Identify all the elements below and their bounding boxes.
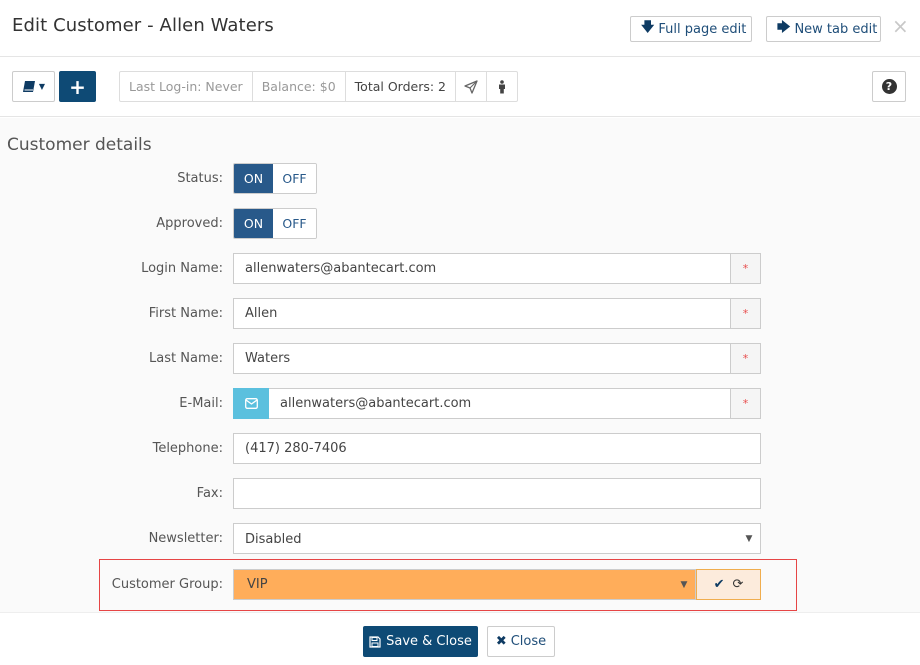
telephone-value[interactable]: (417) 280-7406 xyxy=(234,441,760,456)
changed-field-highlight xyxy=(99,559,797,611)
paper-plane-icon xyxy=(464,79,478,94)
login-name-input[interactable]: allenwaters@abantecart.com * xyxy=(233,253,761,284)
required-icon: * xyxy=(730,389,760,418)
newsletter-row: Newsletter: Disabled ▼ xyxy=(0,523,920,554)
close-button[interactable]: ✖ Close xyxy=(487,626,555,657)
telephone-row: Telephone: (417) 280-7406 xyxy=(0,433,920,464)
status-off[interactable]: OFF xyxy=(273,164,316,193)
status-row: Status: ON OFF xyxy=(0,163,920,194)
status-toggle[interactable]: ON OFF xyxy=(233,163,317,194)
first-name-value[interactable]: Allen xyxy=(234,306,730,321)
customer-details-form: Customer details Status: ON OFF Approved… xyxy=(0,118,920,612)
last-name-input[interactable]: Waters * xyxy=(233,343,761,374)
newsletter-label: Newsletter: xyxy=(148,531,223,546)
login-name-value[interactable]: allenwaters@abantecart.com xyxy=(234,261,730,276)
actions-dropdown-button[interactable]: ▼ xyxy=(12,71,55,102)
approved-off[interactable]: OFF xyxy=(273,209,316,238)
page-title: Edit Customer - Allen Waters xyxy=(12,15,274,36)
login-name-row: Login Name: allenwaters@abantecart.com * xyxy=(0,253,920,284)
approved-label: Approved: xyxy=(156,216,223,231)
telephone-label: Telephone: xyxy=(152,441,223,456)
new-tab-edit-label: New tab edit xyxy=(794,21,878,37)
modal-header: Edit Customer - Allen Waters 🡇 Full page… xyxy=(0,0,920,57)
arrow-down-icon: 🡇 xyxy=(641,20,655,35)
fax-row: Fax: xyxy=(0,478,920,509)
customer-stats: Last Log-in: Never Balance: $0 Total Ord… xyxy=(119,71,518,102)
telephone-input[interactable]: (417) 280-7406 xyxy=(233,433,761,464)
question-circle-icon: ? xyxy=(881,79,897,94)
required-icon: * xyxy=(730,254,760,283)
caret-down-icon: ▼ xyxy=(38,82,46,91)
first-name-input[interactable]: Allen * xyxy=(233,298,761,329)
book-icon xyxy=(22,81,35,92)
caret-down-icon: ▼ xyxy=(745,533,753,544)
email-value[interactable]: allenwaters@abantecart.com xyxy=(269,396,730,411)
arrow-right-icon: 🡆 xyxy=(777,20,791,35)
close-icon[interactable]: × xyxy=(892,14,909,38)
first-name-label: First Name: xyxy=(148,306,223,321)
save-close-button[interactable]: Save & Close xyxy=(363,626,478,657)
male-user-icon xyxy=(499,79,505,93)
last-name-value[interactable]: Waters xyxy=(234,351,730,366)
login-name-label: Login Name: xyxy=(141,261,223,276)
save-close-label: Save & Close xyxy=(386,634,472,649)
floppy-disk-icon xyxy=(369,635,381,648)
status-label: Status: xyxy=(177,171,223,186)
full-page-edit-button[interactable]: 🡇 Full page edit xyxy=(630,16,752,42)
last-login-stat: Last Log-in: Never xyxy=(119,71,253,102)
newsletter-value[interactable]: Disabled xyxy=(234,530,738,547)
email-row: E-Mail: allenwaters@abantecart.com * xyxy=(0,388,920,419)
first-name-row: First Name: Allen * xyxy=(0,298,920,329)
section-title: Customer details xyxy=(7,135,152,155)
required-icon: * xyxy=(730,344,760,373)
close-label: Close xyxy=(510,634,547,649)
last-name-row: Last Name: Waters * xyxy=(0,343,920,374)
total-orders-stat[interactable]: Total Orders: 2 xyxy=(344,71,456,102)
add-customer-button[interactable]: + xyxy=(59,71,96,102)
modal-footer: Save & Close ✖ Close xyxy=(0,612,920,665)
new-tab-edit-button[interactable]: 🡆 New tab edit xyxy=(766,16,881,42)
send-message-button[interactable] xyxy=(455,71,487,102)
full-page-edit-label: Full page edit xyxy=(658,21,747,37)
approved-on[interactable]: ON xyxy=(234,209,273,238)
times-icon: ✖ xyxy=(495,634,507,649)
help-button[interactable]: ? xyxy=(872,71,906,102)
login-as-customer-button[interactable] xyxy=(486,71,518,102)
toolbar: ▼ + Last Log-in: Never Balance: $0 Total… xyxy=(0,57,920,117)
approved-row: Approved: ON OFF xyxy=(0,208,920,239)
email-input[interactable]: allenwaters@abantecart.com * xyxy=(233,388,761,419)
status-on[interactable]: ON xyxy=(234,164,273,193)
envelope-icon[interactable] xyxy=(233,388,269,419)
last-name-label: Last Name: xyxy=(149,351,223,366)
fax-input[interactable] xyxy=(233,478,761,509)
approved-toggle[interactable]: ON OFF xyxy=(233,208,317,239)
newsletter-select[interactable]: Disabled ▼ xyxy=(233,523,761,554)
fax-label: Fax: xyxy=(196,486,223,501)
required-icon: * xyxy=(730,299,760,328)
balance-stat[interactable]: Balance: $0 xyxy=(251,71,346,102)
email-label: E-Mail: xyxy=(179,396,223,411)
